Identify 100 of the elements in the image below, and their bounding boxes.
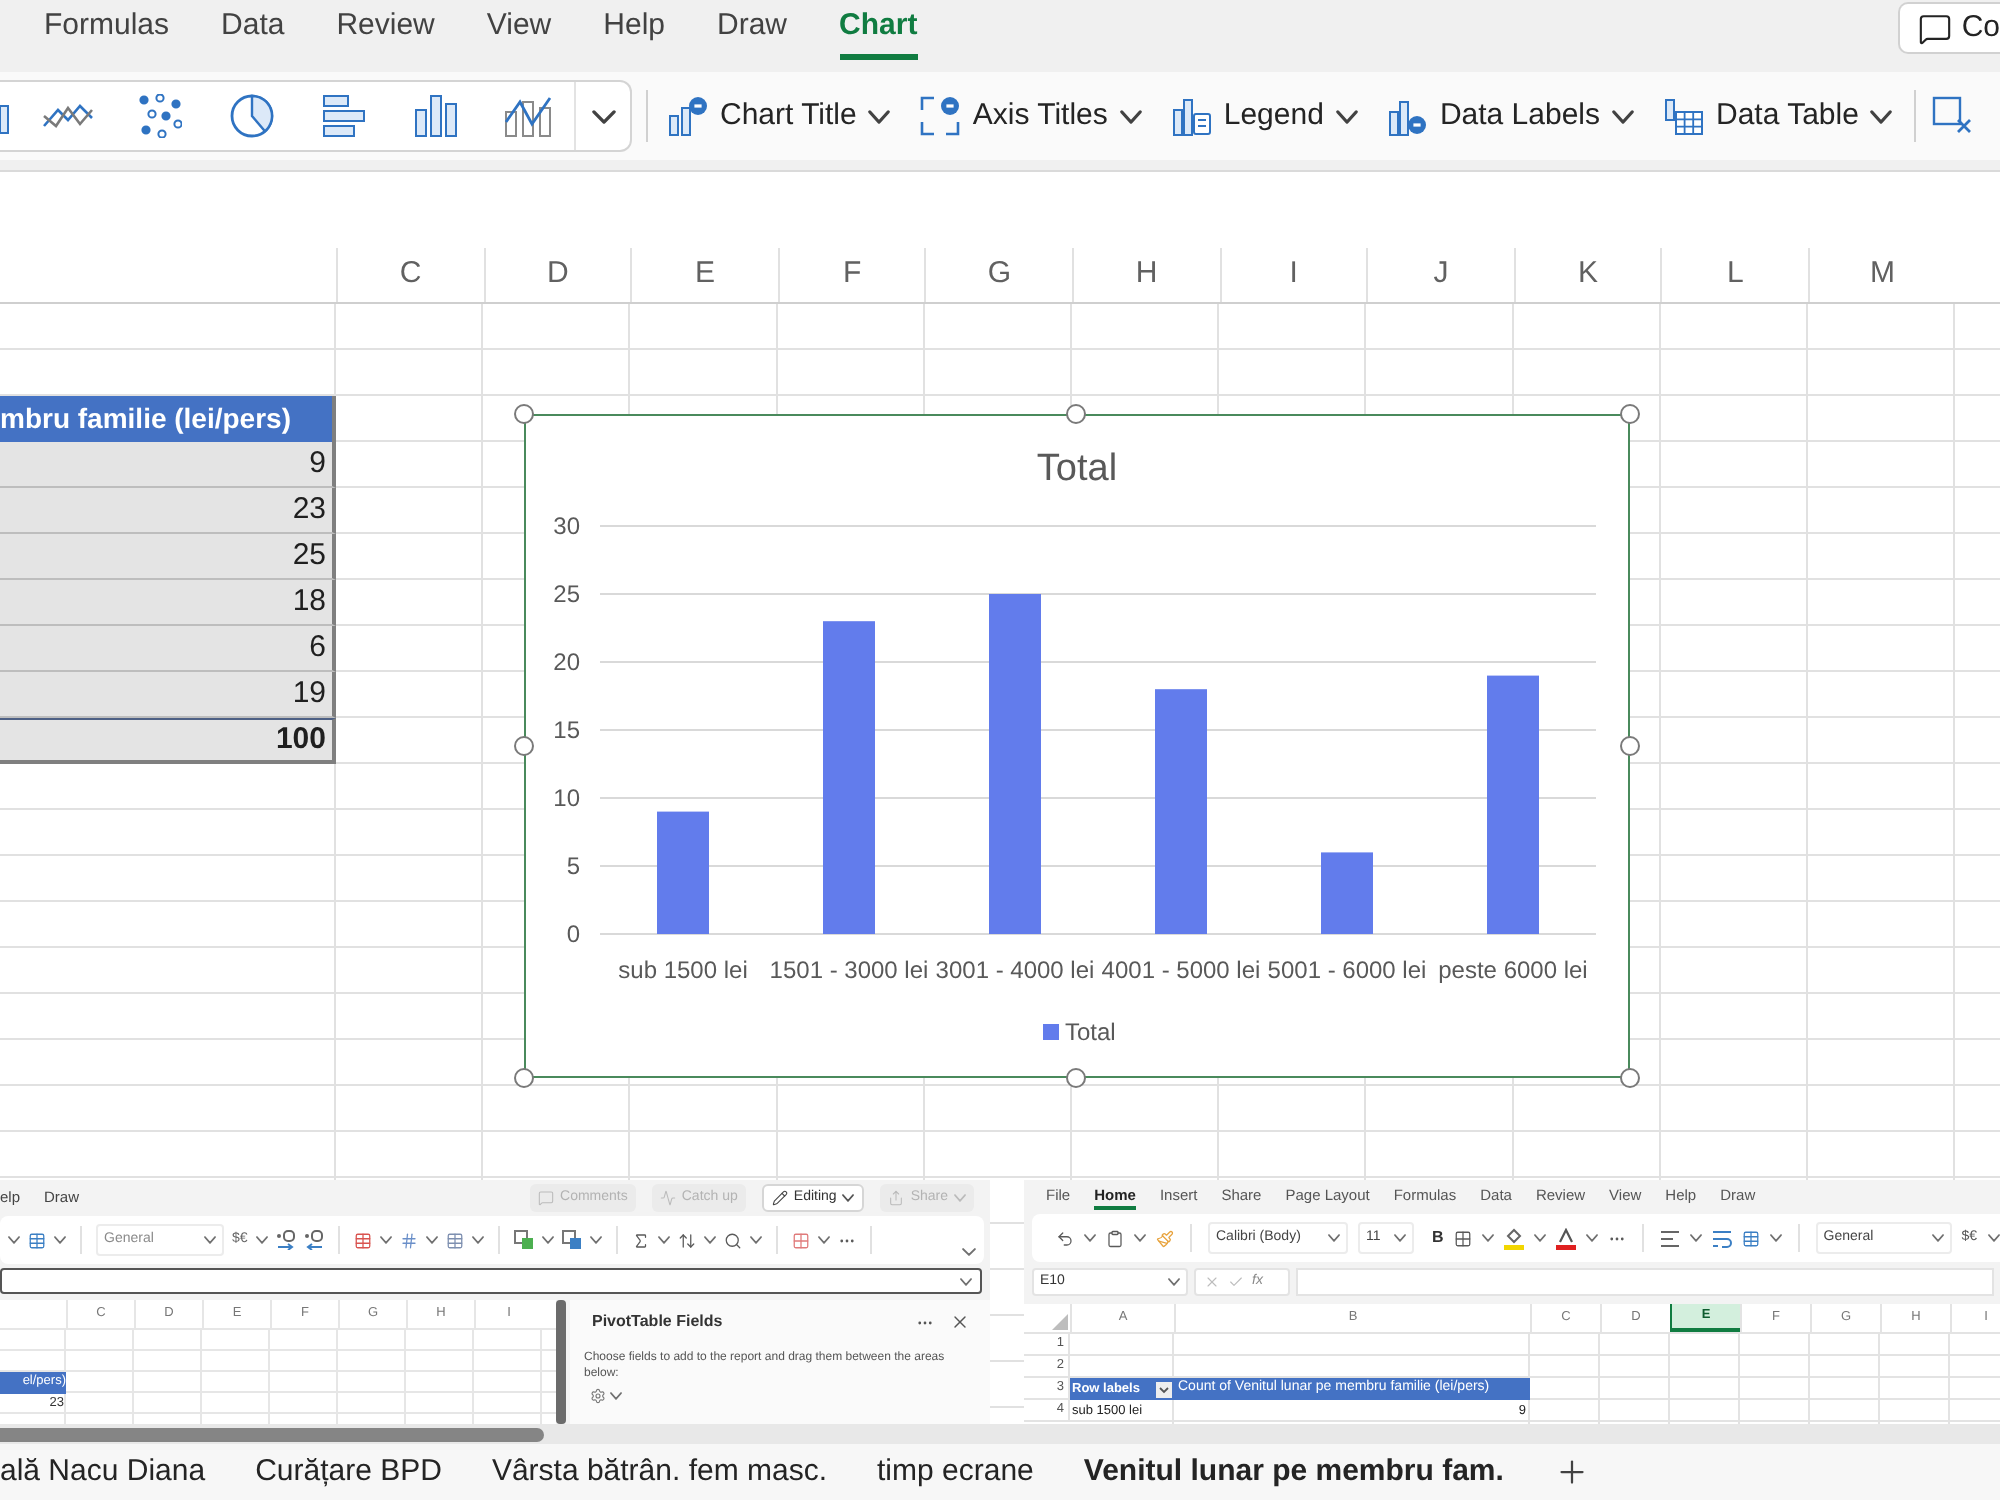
- borders-icon[interactable]: [1453, 1229, 1472, 1247]
- fill-color-icon[interactable]: [1503, 1227, 1524, 1249]
- table-cell: 23: [0, 488, 336, 534]
- chevron-down-icon[interactable]: [255, 1236, 268, 1244]
- wrap-text-icon[interactable]: [1711, 1229, 1732, 1247]
- column-chart-icon[interactable]: [414, 94, 458, 138]
- speech-bubble-button[interactable]: Co: [1897, 2, 2000, 54]
- column-header[interactable]: E: [630, 248, 778, 302]
- sort-icon[interactable]: [677, 1231, 696, 1249]
- resize-handle[interactable]: [514, 736, 534, 756]
- sheet-tab[interactable]: Venitul lunar pe membru fam.: [1083, 1444, 1504, 1500]
- table-icon[interactable]: [353, 1231, 372, 1249]
- resize-handle[interactable]: [1620, 736, 1640, 756]
- chevron-down-icon[interactable]: [425, 1236, 438, 1244]
- increase-decimal-icon[interactable]: [275, 1230, 296, 1250]
- chevron-down-icon[interactable]: [589, 1236, 602, 1244]
- column-header[interactable]: F: [777, 248, 925, 302]
- bold-button[interactable]: B: [1432, 1226, 1444, 1250]
- chevron-down-icon[interactable]: [471, 1236, 484, 1244]
- chevron-down-icon[interactable]: [1134, 1234, 1146, 1242]
- close-icon[interactable]: [950, 1312, 970, 1332]
- chevron-down-icon[interactable]: [610, 1392, 622, 1400]
- chevron-down-icon[interactable]: [962, 1248, 976, 1256]
- column-header[interactable]: K: [1513, 248, 1661, 302]
- resize-handle[interactable]: [1620, 1068, 1640, 1088]
- search-icon[interactable]: [723, 1231, 742, 1249]
- chart-title-button[interactable]: Chart Title: [662, 84, 897, 148]
- grid-icon[interactable]: [399, 1231, 418, 1249]
- grid-icon[interactable]: [791, 1231, 810, 1249]
- chevron-down-icon[interactable]: [591, 109, 615, 123]
- pie-chart-icon[interactable]: [230, 94, 274, 138]
- clipboard-icon[interactable]: [1106, 1229, 1124, 1247]
- settings-icon[interactable]: [590, 1388, 606, 1404]
- chevron-down-icon[interactable]: [1481, 1234, 1494, 1242]
- axis-tick-label: 0: [566, 920, 580, 948]
- scrollbar-thumb[interactable]: [0, 1427, 544, 1441]
- chevron-down-icon[interactable]: [1084, 1234, 1096, 1242]
- chevron-down-icon[interactable]: [1533, 1234, 1546, 1242]
- column-header[interactable]: J: [1366, 248, 1514, 302]
- menu-tab[interactable]: Draw: [717, 0, 788, 60]
- chevron-down-icon[interactable]: [1585, 1234, 1598, 1242]
- table-icon[interactable]: [445, 1231, 464, 1249]
- chevron-down-icon[interactable]: [541, 1236, 554, 1244]
- data-labels-button[interactable]: Data Labels: [1381, 84, 1640, 148]
- align-icon[interactable]: [1659, 1229, 1680, 1247]
- column-header[interactable]: H: [1071, 248, 1220, 302]
- chevron-down-icon[interactable]: [703, 1236, 716, 1244]
- decrease-decimal-icon[interactable]: [303, 1230, 324, 1250]
- menu-tab[interactable]: Help: [603, 0, 665, 60]
- font-color-icon[interactable]: [1555, 1227, 1576, 1249]
- menu-tab[interactable]: Chart: [839, 0, 918, 60]
- chevron-down-icon[interactable]: [657, 1236, 670, 1244]
- column-header[interactable]: M: [1807, 248, 1956, 302]
- undo-icon[interactable]: [1056, 1229, 1074, 1247]
- chevron-down-icon[interactable]: [1987, 1234, 2000, 1242]
- chevron-down-icon[interactable]: [749, 1236, 762, 1244]
- axis-tick-label: 5: [566, 852, 580, 880]
- formula-bar-field[interactable]: [0, 1268, 982, 1294]
- box-cross-icon[interactable]: [1932, 96, 1973, 136]
- scatter-chart-icon[interactable]: [138, 94, 182, 138]
- column-header[interactable]: I: [1219, 248, 1367, 302]
- formula-input-field[interactable]: [1296, 1268, 1994, 1296]
- resize-handle[interactable]: [514, 1068, 534, 1088]
- check-icon[interactable]: [1228, 1274, 1244, 1290]
- combo-chart-icon[interactable]: [504, 94, 552, 138]
- sheet-tab[interactable]: Curățare BPD: [255, 1444, 442, 1500]
- insert-cells-icon[interactable]: [513, 1230, 534, 1250]
- sheet-tab[interactable]: ală Nacu Diana: [0, 1444, 206, 1500]
- resize-handle[interactable]: [1620, 404, 1640, 424]
- chevron-down-icon[interactable]: [817, 1236, 830, 1244]
- sheet-tab[interactable]: Vârsta bătrân. fem masc.: [491, 1444, 828, 1500]
- menu-tab[interactable]: View: [486, 0, 552, 60]
- axis-titles-button[interactable]: Axis Titles: [914, 84, 1148, 148]
- horizontal-bar-chart-icon[interactable]: [322, 94, 366, 138]
- table-icon[interactable]: [1741, 1229, 1760, 1247]
- chevron-down-icon[interactable]: [379, 1236, 392, 1244]
- chevron-down-icon[interactable]: [1689, 1234, 1702, 1242]
- chevron-down-icon[interactable]: [8, 1236, 20, 1244]
- column-header[interactable]: G: [924, 248, 1072, 302]
- resize-handle[interactable]: [1066, 404, 1086, 424]
- delete-cells-icon[interactable]: [561, 1230, 582, 1250]
- column-header[interactable]: D: [483, 248, 631, 302]
- chart-area[interactable]: Total 0 5 10 15 20 25 30 sub 1500 lei 1501 - 3000 lei 3001 - 4000 lei 4001 - 5000 lei 5001 - 6000 lei peste 6000 lei Total: [524, 414, 1630, 1078]
- line-chart-icon[interactable]: [42, 102, 94, 130]
- resize-handle[interactable]: [514, 404, 534, 424]
- resize-handle[interactable]: [1066, 1068, 1086, 1088]
- column-header[interactable]: C: [336, 248, 484, 302]
- menu-tab[interactable]: Data: [221, 0, 285, 60]
- legend-button[interactable]: Legend: [1165, 84, 1364, 148]
- scrollbar[interactable]: [556, 1300, 566, 1424]
- column-header[interactable]: L: [1660, 248, 1808, 302]
- filter-dropdown-icon[interactable]: [1156, 1381, 1172, 1397]
- sigma-icon[interactable]: [631, 1231, 650, 1249]
- chevron-down-icon[interactable]: [1769, 1234, 1782, 1242]
- menu-tab[interactable]: Formulas: [44, 0, 170, 60]
- table-icon[interactable]: [28, 1231, 46, 1249]
- menu-tab[interactable]: Review: [336, 0, 435, 60]
- sheet-tab[interactable]: timp ecrane: [877, 1444, 1034, 1500]
- data-table-button[interactable]: Data Table: [1658, 84, 1899, 148]
- chevron-down-icon[interactable]: [54, 1236, 66, 1244]
